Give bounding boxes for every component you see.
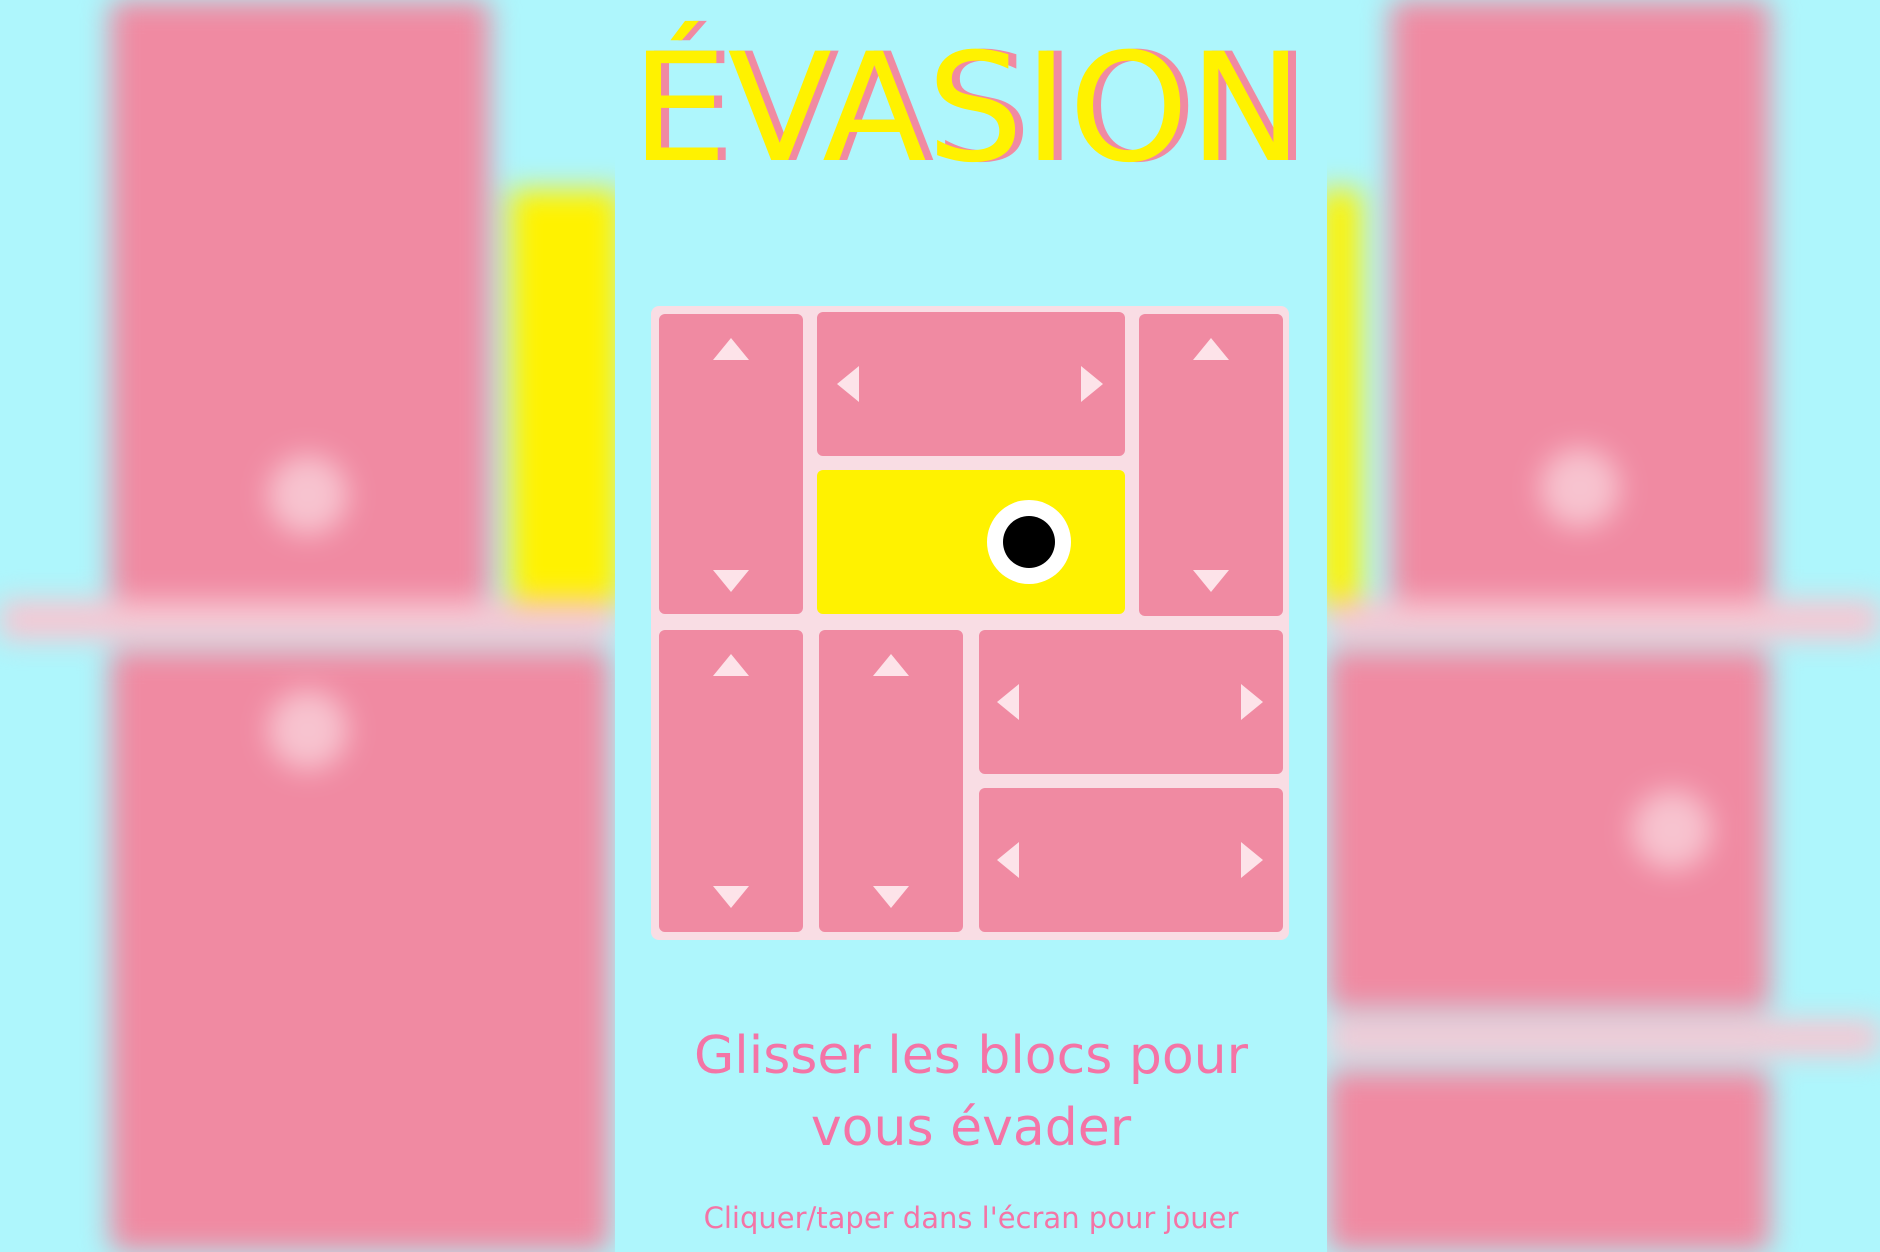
arrow-up-icon [873, 654, 909, 676]
arrow-left-icon [997, 684, 1019, 720]
game-title-text: ÉVASION [631, 21, 1303, 180]
arrow-up-icon [1193, 338, 1229, 360]
block-horizontal-bottom-right-lower[interactable] [979, 788, 1283, 932]
puzzle-board [651, 306, 1289, 940]
block-vertical-bottom-left[interactable] [659, 630, 803, 932]
arrow-up-icon [713, 654, 749, 676]
instruction-line-1: Glisser les blocs pour [694, 1026, 1248, 1086]
block-vertical-top-left[interactable] [659, 314, 803, 614]
instruction-text: Glisser les blocs pour vous évader [615, 1020, 1327, 1164]
arrow-right-icon [1241, 684, 1263, 720]
block-horizontal-top-middle[interactable] [817, 312, 1125, 456]
game-column[interactable]: ÉVASION ÉVASION Glisser les blocs pour v… [615, 0, 1327, 1252]
block-horizontal-bottom-right-upper[interactable] [979, 630, 1283, 774]
arrow-right-icon [1241, 842, 1263, 878]
pupil [1003, 516, 1055, 568]
game-screen[interactable]: ÉVASION ÉVASION Glisser les blocs pour v… [0, 0, 1880, 1252]
arrow-down-icon [713, 886, 749, 908]
eye-icon [987, 500, 1071, 584]
arrow-right-icon [1081, 366, 1103, 402]
arrow-down-icon [873, 886, 909, 908]
arrow-up-icon [713, 338, 749, 360]
arrow-down-icon [1193, 570, 1229, 592]
block-vertical-bottom-second[interactable] [819, 630, 963, 932]
arrow-left-icon [837, 366, 859, 402]
arrow-left-icon [997, 842, 1019, 878]
instruction-line-2: vous évader [810, 1098, 1132, 1158]
play-hint: Cliquer/taper dans l'écran pour jouer [703, 1201, 1239, 1235]
arrow-down-icon [713, 570, 749, 592]
block-vertical-top-right[interactable] [1139, 314, 1283, 616]
game-title: ÉVASION ÉVASION [615, 0, 1327, 180]
player-block[interactable] [817, 470, 1125, 614]
